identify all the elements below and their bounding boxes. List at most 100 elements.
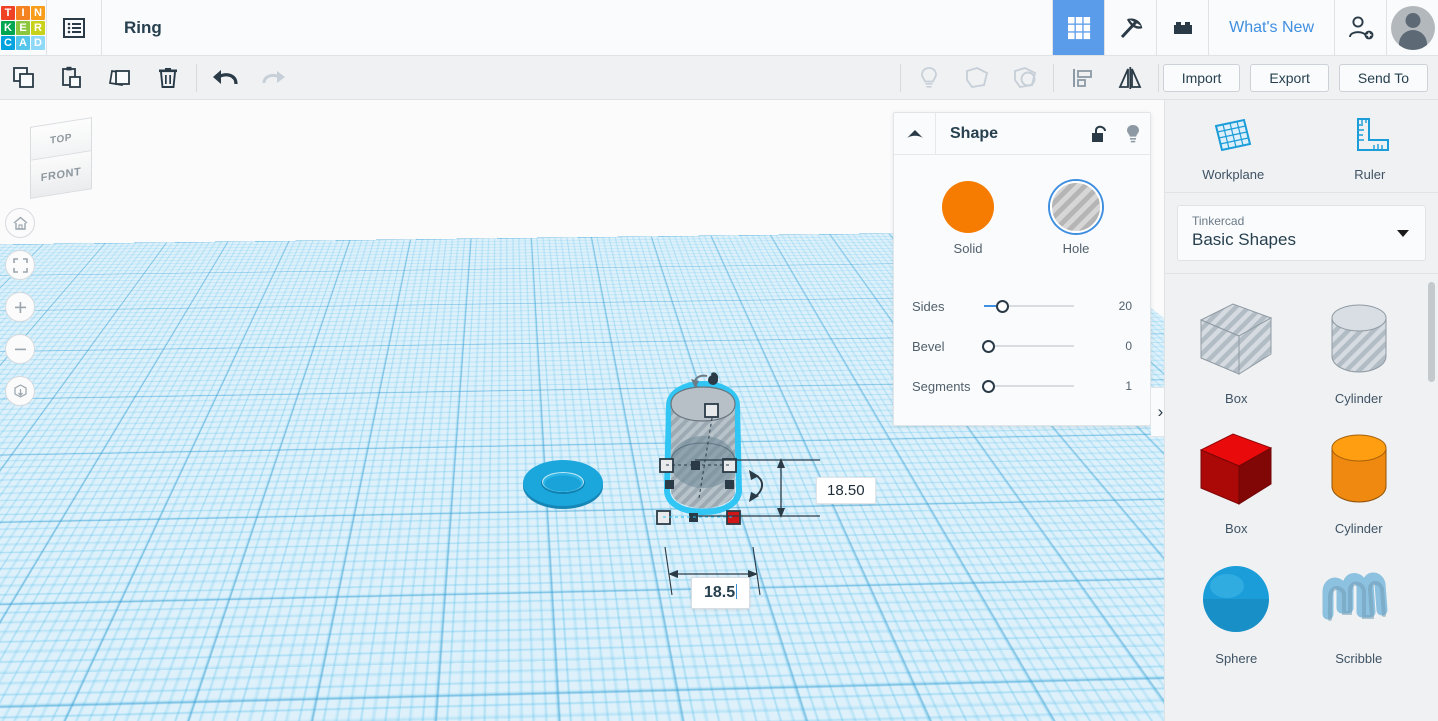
library-selected-value: Basic Shapes	[1192, 230, 1296, 249]
library-group-label: Tinkercad	[1192, 214, 1245, 228]
shape-inspector-panel: Shape Solid Hole Sides 20 Bevel 0 Segmen…	[893, 112, 1151, 426]
send-to-button[interactable]: Send To	[1338, 63, 1428, 92]
hole-pattern-swatch	[1050, 181, 1102, 233]
solid-color-swatch	[942, 181, 994, 233]
home-view-button[interactable]	[5, 208, 35, 238]
group-icon	[965, 66, 988, 88]
height-dimension-label[interactable]: 18.50	[816, 477, 876, 504]
shape-visibility-button[interactable]	[1116, 123, 1150, 145]
logo-tile-a: A	[16, 36, 30, 50]
paste-button[interactable]	[48, 56, 96, 100]
nav-grid-view-button[interactable]	[1052, 0, 1105, 55]
shape-library-list[interactable]: Box Cylinder Box Cylinder Sphere Scribble	[1165, 273, 1438, 721]
logo-tile-k: K	[1, 21, 15, 35]
width-dimension-input[interactable]: 18.5	[691, 577, 751, 609]
slider-knob[interactable]	[995, 299, 1009, 313]
view-nav-buttons	[5, 208, 35, 418]
solid-mode-label: Solid	[953, 241, 983, 256]
shape-sphere-blue[interactable]: Sphere	[1175, 548, 1298, 678]
document-list-icon	[63, 17, 85, 38]
align-button[interactable]	[1058, 56, 1106, 100]
nav-blocks-button[interactable]	[1156, 0, 1208, 55]
zoom-in-button[interactable]	[5, 292, 35, 322]
fit-to-view-icon	[12, 257, 28, 273]
shape-label: Scribble	[1335, 651, 1383, 666]
logo-tile-i: I	[16, 6, 30, 20]
mirror-button[interactable]	[1106, 56, 1154, 100]
slider-row-sides: Sides 20	[912, 286, 1132, 326]
shape-panel-collapse-button[interactable]	[894, 113, 936, 154]
workplane-ruler-tools: Workplane Ruler	[1165, 100, 1438, 192]
shape-scribble[interactable]: Scribble	[1298, 548, 1421, 678]
slider-sides[interactable]	[984, 297, 1098, 315]
document-list-button[interactable]	[46, 0, 102, 55]
slider-knob[interactable]	[982, 379, 995, 393]
shape-label: Cylinder	[1334, 521, 1383, 536]
shape-library-dropdown[interactable]: Tinkercad Basic Shapes	[1177, 205, 1426, 261]
workplane-tool-label: Workplane	[1202, 167, 1265, 182]
slider-label-segments: Segments	[912, 378, 971, 394]
torus-shape[interactable]	[521, 458, 605, 510]
delete-trash-icon	[159, 67, 177, 88]
text-caret	[736, 584, 738, 599]
invite-user-button[interactable]	[1334, 0, 1386, 55]
duplicate-button[interactable]	[96, 56, 144, 100]
collapse-triangle-icon	[906, 129, 923, 138]
light-button[interactable]	[905, 56, 953, 100]
ruler-tool-button[interactable]: Ruler	[1302, 114, 1438, 182]
slider-label-bevel: Bevel	[912, 338, 945, 354]
orthographic-toggle-icon	[13, 383, 27, 398]
solid-mode-option[interactable]: Solid	[940, 181, 996, 256]
view-cube[interactable]: TOP FRONT	[22, 117, 102, 199]
slider-value-segments[interactable]: 1	[1098, 379, 1132, 393]
shape-lock-button[interactable]	[1082, 124, 1116, 144]
slider-segments[interactable]	[982, 377, 1098, 395]
nav-codeblocks-button[interactable]	[1104, 0, 1156, 55]
group-button[interactable]	[953, 56, 1001, 100]
fit-to-view-button[interactable]	[5, 250, 35, 280]
redo-button[interactable]	[249, 56, 297, 100]
shape-cylinder-orange[interactable]: Cylinder	[1298, 418, 1421, 548]
mirror-icon	[1118, 66, 1142, 89]
hole-mode-option[interactable]: Hole	[1048, 181, 1104, 256]
redo-icon	[262, 70, 285, 83]
shape-box-red[interactable]: Box	[1175, 418, 1298, 548]
shape-box-hole[interactable]: Box	[1175, 288, 1298, 418]
width-dimension-value: 18.5	[704, 584, 736, 601]
import-button[interactable]: Import	[1162, 63, 1241, 92]
user-avatar-button[interactable]	[1386, 0, 1438, 55]
slider-knob[interactable]	[982, 339, 995, 353]
undo-button[interactable]	[201, 56, 249, 100]
slider-value-sides[interactable]: 20	[1098, 299, 1132, 313]
document-title[interactable]: Ring	[102, 0, 184, 55]
align-icon	[1072, 68, 1092, 87]
shape-parameter-sliders: Sides 20 Bevel 0 Segments 1	[894, 256, 1150, 406]
zoom-in-icon	[14, 301, 26, 313]
library-scrollbar[interactable]	[1428, 282, 1435, 382]
shape-cylinder-hole[interactable]: Cylinder	[1298, 288, 1421, 418]
copy-button[interactable]	[0, 56, 48, 100]
top-bar: TINKERCAD Ring What's New	[0, 0, 1438, 56]
hole-mode-label: Hole	[1062, 241, 1090, 256]
shape-panel-title: Shape	[950, 124, 999, 142]
slider-bevel[interactable]	[982, 337, 1098, 355]
zoom-out-button[interactable]	[5, 334, 35, 364]
export-button[interactable]: Export	[1250, 63, 1329, 92]
chevron-down-icon	[1397, 230, 1409, 237]
tinkercad-logo[interactable]: TIN KER CAD	[0, 5, 46, 51]
orthographic-toggle-button[interactable]	[5, 376, 35, 406]
shape-thumbnail	[1200, 433, 1273, 505]
slider-row-segments: Segments 1	[912, 366, 1132, 406]
delete-button[interactable]	[144, 56, 192, 100]
slider-value-bevel[interactable]: 0	[1098, 339, 1132, 353]
tinkercad-app: TINKERCAD Ring What's New Import Export …	[0, 0, 1438, 721]
ruler-tool-label: Ruler	[1354, 167, 1386, 182]
paste-icon	[62, 66, 81, 88]
grid-view-icon	[1067, 16, 1090, 39]
shape-label: Sphere	[1215, 651, 1258, 666]
ungroup-button[interactable]	[1001, 56, 1049, 100]
workplane-tool-button[interactable]: Workplane	[1165, 114, 1302, 182]
toolbar-divider-3	[1052, 63, 1054, 92]
whats-new-link[interactable]: What's New	[1208, 0, 1334, 55]
